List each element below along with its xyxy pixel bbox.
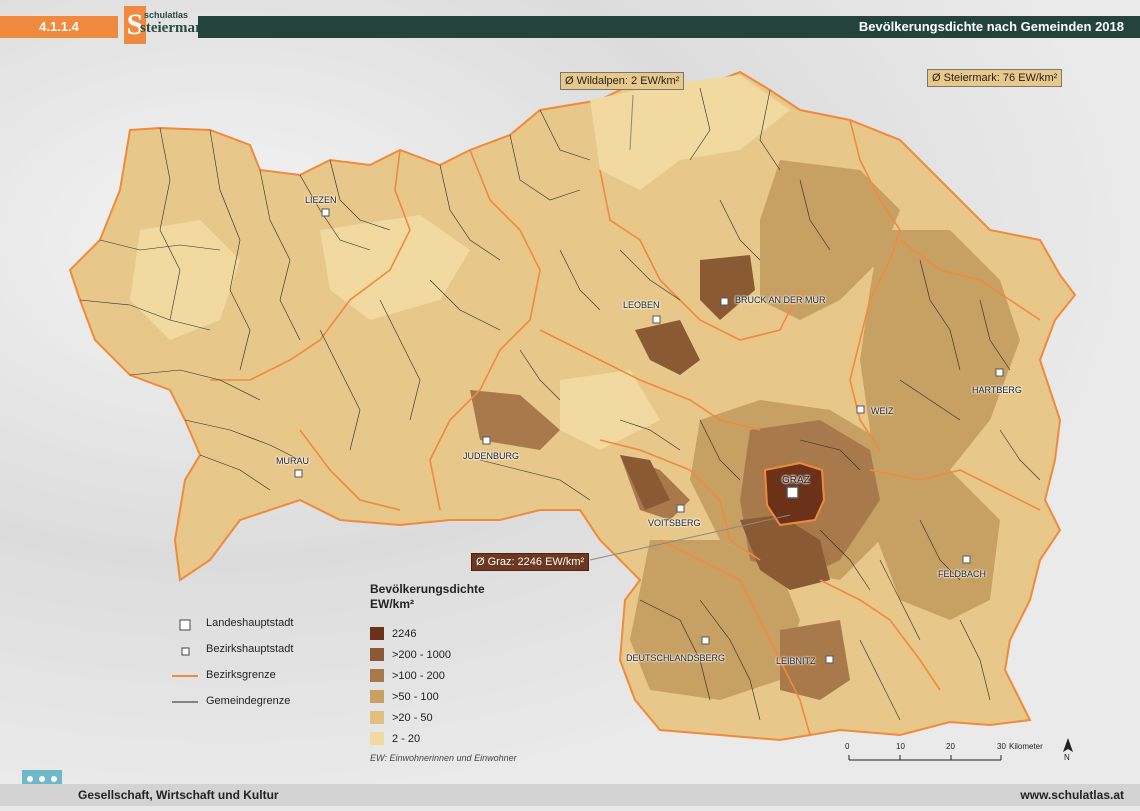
scale-tick-30: 30 xyxy=(997,742,1006,751)
map-canvas xyxy=(68,70,1077,761)
legend-title-line2: EW/km² xyxy=(370,597,415,611)
legend-title: Bevölkerungsdichte EW/km² xyxy=(370,582,485,612)
north-arrow-icon xyxy=(1063,738,1073,752)
scale-unit: Kilometer xyxy=(1009,742,1043,751)
legend-class-label: >50 - 100 xyxy=(392,690,439,703)
city-label-voitsberg: VOITSBERG xyxy=(648,518,701,528)
city-label-judenburg: JUDENBURG xyxy=(463,451,520,461)
legend-swatch xyxy=(370,690,384,704)
city-label-hartberg: HARTBERG xyxy=(972,385,1022,395)
city-label-bruck: BRUCK AN DER MUR xyxy=(735,295,826,305)
city-label-murau: MURAU xyxy=(276,456,309,466)
legend-swatch xyxy=(370,627,384,641)
callout-wildalpen: Ø Wildalpen: 2 EW/km² xyxy=(560,72,685,90)
legend-swatch xyxy=(370,669,384,683)
callout-graz: Ø Graz: 2246 EW/km² xyxy=(471,553,590,571)
legend-class-label: 2246 xyxy=(392,627,417,640)
scale-bar xyxy=(848,755,1002,761)
legend-landeshauptstadt-symbol xyxy=(179,619,191,631)
legend-landeshauptstadt-label: Landeshauptstadt xyxy=(206,617,294,629)
legend-class-label: 2 - 20 xyxy=(392,732,421,745)
legend-bezirkshauptstadt-symbol xyxy=(181,647,190,656)
city-label-graz: GRAZ xyxy=(782,475,810,486)
legend-class: >100 - 200 xyxy=(370,667,445,683)
footer-website-link[interactable]: www.schulatlas.at xyxy=(1020,788,1124,802)
legend-bezirkshauptstadt-label: Bezirkshauptstadt xyxy=(206,643,294,655)
scale-tick-10: 10 xyxy=(896,742,905,751)
legend-class: >20 - 50 xyxy=(370,709,433,725)
callout-steiermark: Ø Steiermark: 76 EW/km² xyxy=(927,69,1063,87)
city-label-deutschlandsberg: DEUTSCHLANDSBERG xyxy=(626,653,726,663)
city-label-liezen: LIEZEN xyxy=(305,195,337,205)
legend-class-label: >100 - 200 xyxy=(392,669,445,682)
legend-class: 2246 xyxy=(370,625,417,641)
north-label: N xyxy=(1064,753,1070,762)
legend-class: 2 - 20 xyxy=(370,730,421,746)
city-label-weiz: WEIZ xyxy=(871,406,894,416)
city-label-leoben: LEOBEN xyxy=(623,300,660,310)
footer-topic: Gesellschaft, Wirtschaft und Kultur xyxy=(78,788,279,802)
page-title: Bevölkerungsdichte nach Gemeinden 2018 xyxy=(198,16,1140,38)
city-label-feldbach: FELDBACH xyxy=(938,569,987,579)
legend-title-line1: Bevölkerungsdichte xyxy=(370,582,485,596)
header-bar: 4.1.1.4 S schulatlas steiermark Bevölker… xyxy=(0,6,1140,44)
city-label-leibnitz: LEIBNITZ xyxy=(776,656,816,666)
legend-class: >50 - 100 xyxy=(370,688,439,704)
legend-bezirksgrenze-label: Bezirksgrenze xyxy=(206,669,276,681)
scale-tick-20: 20 xyxy=(946,742,955,751)
schulatlas-logo: S schulatlas steiermark xyxy=(118,6,210,46)
legend-note: EW: Einwohnerinnen und Einwohner xyxy=(370,753,517,763)
legend-class-label: >20 - 50 xyxy=(392,711,433,724)
footer-bar: Gesellschaft, Wirtschaft und Kultur www.… xyxy=(0,784,1140,806)
legend-swatch xyxy=(370,732,384,746)
logo-small-text: schulatlas xyxy=(144,10,189,20)
legend-class-label: >200 - 1000 xyxy=(392,648,452,661)
legend-swatch xyxy=(370,711,384,725)
legend-swatch xyxy=(370,648,384,662)
scale-tick-0: 0 xyxy=(845,742,850,751)
chapter-code: 4.1.1.4 xyxy=(0,16,118,38)
legend-gemeindegrenze-label: Gemeindegrenze xyxy=(206,695,291,707)
legend-class: >200 - 1000 xyxy=(370,646,452,662)
